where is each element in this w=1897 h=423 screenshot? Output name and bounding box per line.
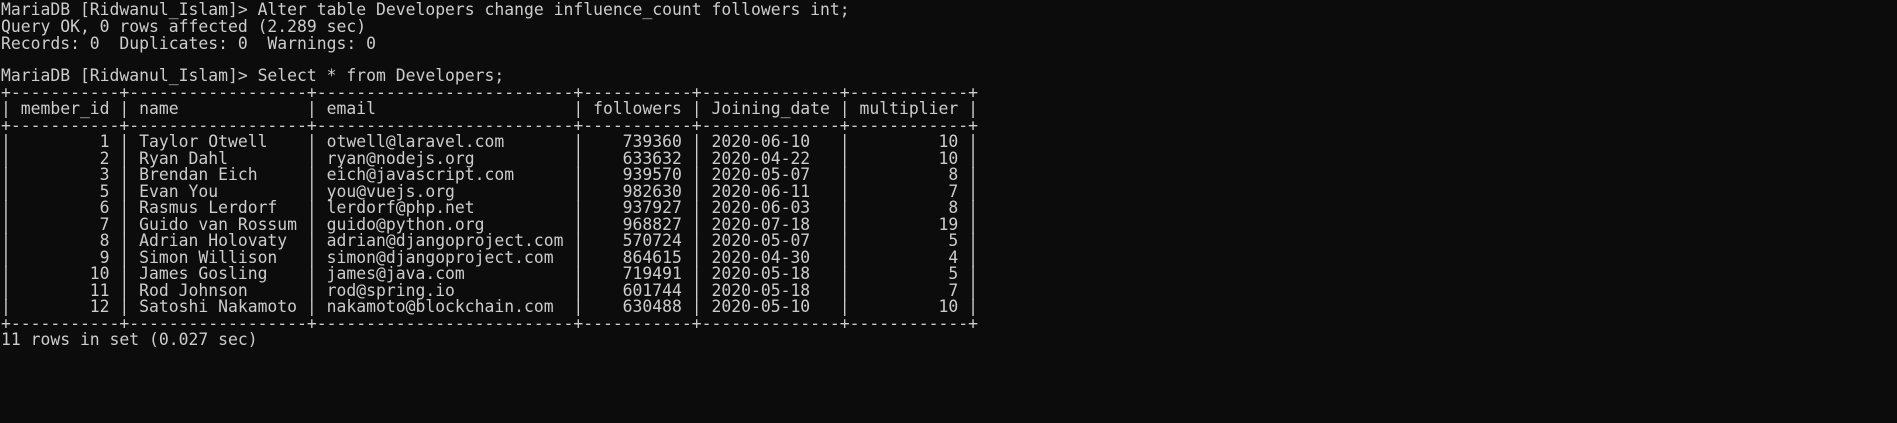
- output-rows-in-set: 11 rows in set (0.027 sec): [1, 330, 258, 349]
- terminal-window[interactable]: MariaDB [Ridwanul_Islam]> Alter table De…: [0, 0, 1897, 423]
- output-records: Records: 0 Duplicates: 0 Warnings: 0: [1, 34, 376, 53]
